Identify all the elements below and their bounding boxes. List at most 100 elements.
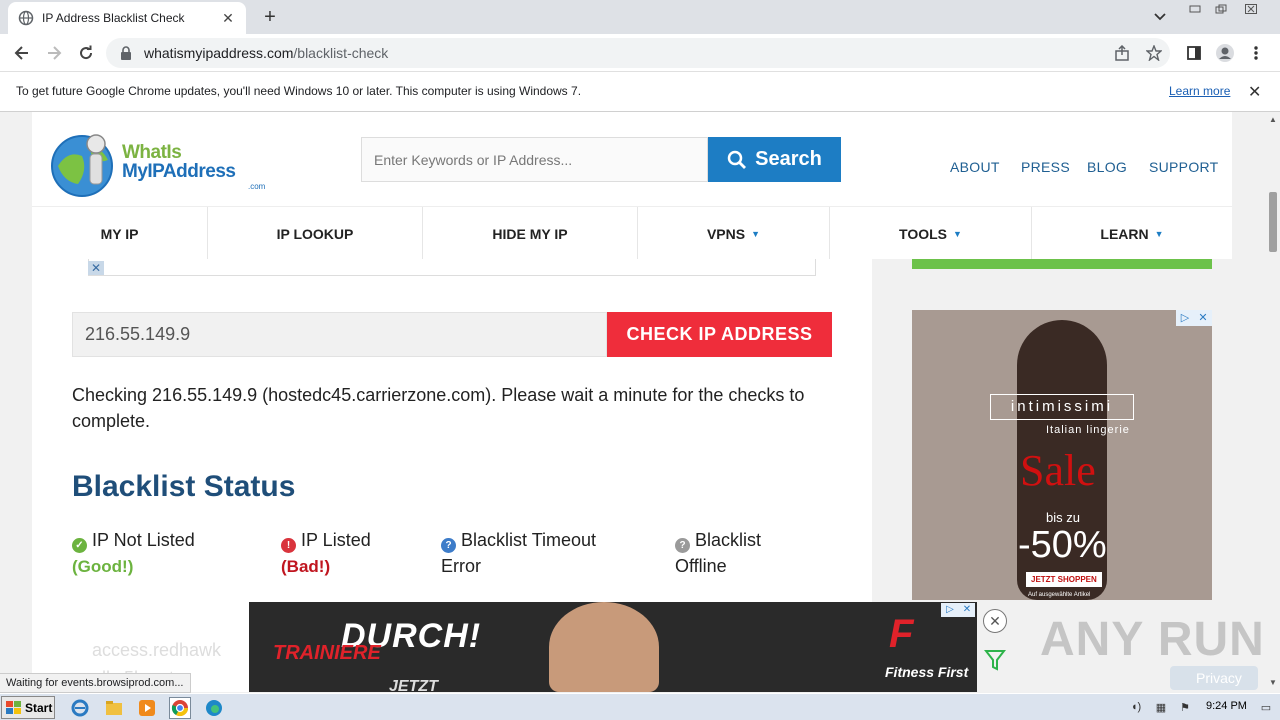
legend-label: Blacklist Offline xyxy=(675,530,762,576)
legend-label: Blacklist Timeout Error xyxy=(441,530,597,576)
page-scrollbar[interactable]: ▲ ▼ xyxy=(1266,112,1280,692)
minimize-icon[interactable] xyxy=(1184,0,1206,18)
lock-icon xyxy=(120,46,134,60)
volume-icon[interactable]: ◖) xyxy=(1128,700,1144,714)
nav-tools[interactable]: TOOLS ▼ xyxy=(830,207,1032,260)
caret-down-icon: ▼ xyxy=(1154,228,1164,239)
flag-icon[interactable]: ⚑ xyxy=(1177,700,1193,714)
globe-logo-icon xyxy=(51,134,113,197)
checking-message: Checking 216.55.149.9 (hostedc45.carrier… xyxy=(72,385,805,431)
ad-bis-zu: bis zu xyxy=(1046,510,1080,525)
check-ip-address-button[interactable]: CHECK IP ADDRESS xyxy=(607,312,832,357)
address-bar[interactable]: whatismyipaddress.com/blacklist-check xyxy=(106,38,1170,68)
window-close-icon[interactable] xyxy=(1236,0,1266,18)
start-button[interactable]: Start xyxy=(1,696,55,719)
search-button-label: Search xyxy=(755,148,822,170)
browser-toolbar: whatismyipaddress.com/blacklist-check xyxy=(0,34,1280,72)
tab-title: IP Address Blacklist Check xyxy=(42,11,185,25)
banner-bottom-text: JETZT xyxy=(389,678,438,692)
chrome-icon[interactable] xyxy=(169,697,191,719)
windows-logo-icon xyxy=(6,700,21,714)
start-label: Start xyxy=(25,700,53,715)
nav-label: TOOLS xyxy=(899,225,948,242)
folder-icon[interactable] xyxy=(103,697,125,719)
globe-icon xyxy=(18,10,34,26)
legend-label: IP Not Listed xyxy=(92,530,195,550)
update-infobar: To get future Google Chrome updates, you… xyxy=(0,72,1280,112)
ad-close-icon[interactable]: ✕ xyxy=(88,261,104,275)
tab-close-icon[interactable]: ✕ xyxy=(220,10,236,27)
chrome-menu-icon[interactable] xyxy=(1244,41,1268,65)
nav-hide-my-ip[interactable]: HIDE MY IP xyxy=(423,207,638,260)
edge-icon[interactable] xyxy=(203,697,225,719)
nav-label: HIDE MY IP xyxy=(492,225,568,242)
nav-learn[interactable]: LEARN ▼ xyxy=(1032,207,1232,260)
bookmark-star-icon[interactable] xyxy=(1144,43,1164,63)
nav-my-ip[interactable]: MY IP xyxy=(32,207,208,260)
privacy-badge[interactable]: Privacy xyxy=(1170,666,1258,690)
adchoices-icon[interactable]: ▷ xyxy=(941,603,959,617)
media-player-icon[interactable] xyxy=(136,697,158,719)
anyrun-watermark: ANY RUN xyxy=(1040,613,1265,666)
browser-tab-strip: IP Address Blacklist Check ✕ + xyxy=(0,0,1280,34)
learn-more-link[interactable]: Learn more xyxy=(1169,84,1230,98)
topnav-about[interactable]: ABOUT xyxy=(950,159,1000,175)
page-viewport: WhatIs MyIPAddress .com Enter Keywords o… xyxy=(0,112,1266,692)
share-icon[interactable] xyxy=(1112,43,1132,63)
sidebar-ad[interactable]: intimissimi Italian lingerie Sale bis zu… xyxy=(912,310,1212,600)
windows-taskbar: Start ◖) ▦ ⚑ 9:24 PM ▭ xyxy=(0,693,1280,720)
network-icon[interactable]: ▦ xyxy=(1153,700,1169,714)
ad-sale: Sale xyxy=(1020,446,1096,495)
logo-line1: WhatIs xyxy=(122,142,182,163)
adchoices-icon[interactable]: ▷ xyxy=(1176,310,1194,326)
restore-icon[interactable] xyxy=(1210,0,1232,18)
site-search-button[interactable]: Search xyxy=(708,137,841,182)
nav-vpns[interactable]: VPNS ▼ xyxy=(638,207,830,260)
topnav-blog[interactable]: BLOG xyxy=(1087,159,1127,175)
ad-shop-button[interactable]: JETZT SHOPPEN xyxy=(1026,572,1102,587)
forward-icon[interactable] xyxy=(42,41,66,65)
scrollbar-thumb[interactable] xyxy=(1269,192,1277,252)
fitness-first-logo-icon: F xyxy=(889,612,914,656)
main-nav: MY IP IP LOOKUP HIDE MY IP VPNS ▼ TOOLS ▼ … xyxy=(32,206,1232,260)
ie-icon[interactable] xyxy=(69,697,91,719)
tab-search-chevron-icon[interactable] xyxy=(1150,7,1170,27)
blacklist-status-title: Blacklist Status xyxy=(72,470,296,503)
banner-brand: Fitness First xyxy=(885,664,969,680)
search-icon xyxy=(727,150,747,169)
reload-icon[interactable] xyxy=(74,41,98,65)
infobar-close-icon[interactable]: ✕ xyxy=(1248,82,1261,102)
banner-model-image xyxy=(549,602,659,692)
ip-address-input[interactable]: 216.55.149.9 xyxy=(72,312,607,357)
question-icon: ? xyxy=(675,538,690,553)
ad-close-icon[interactable]: ✕ xyxy=(1194,310,1212,326)
logo-line2: MyIPAddress xyxy=(122,161,236,182)
ad-note: Auf ausgewählte Artikel xyxy=(1028,592,1091,598)
site-logo[interactable]: WhatIs MyIPAddress .com xyxy=(48,130,268,200)
alert-icon: ! xyxy=(281,538,296,553)
topnav-support[interactable]: SUPPORT xyxy=(1149,159,1219,175)
bottom-banner-ad[interactable]: DURCH! TRAINIERE JETZT F Fitness First ▷… xyxy=(249,602,977,692)
banner-close-icon[interactable]: ✕ xyxy=(983,609,1007,633)
site-search-input[interactable]: Enter Keywords or IP Address... xyxy=(361,137,708,182)
scroll-down-icon[interactable]: ▼ xyxy=(1269,678,1277,687)
back-icon[interactable] xyxy=(10,41,34,65)
nav-label: MY IP xyxy=(100,225,139,242)
side-panel-icon[interactable] xyxy=(1182,41,1206,65)
nav-ip-lookup[interactable]: IP LOOKUP xyxy=(208,207,423,260)
new-tab-icon[interactable]: + xyxy=(258,5,282,29)
ad-brand: intimissimi xyxy=(990,394,1134,420)
logo-suffix: .com xyxy=(248,182,266,191)
profile-avatar-icon[interactable] xyxy=(1213,41,1237,65)
topnav-press[interactable]: PRESS xyxy=(1021,159,1070,175)
legend-qualifier: (Good!) xyxy=(72,557,134,576)
legend-qualifier: (Bad!) xyxy=(281,557,331,576)
browser-tab[interactable]: IP Address Blacklist Check ✕ xyxy=(8,2,246,34)
funnel-icon[interactable] xyxy=(983,649,1007,671)
scroll-up-icon[interactable]: ▲ xyxy=(1269,115,1277,124)
show-desktop-icon[interactable]: ▭ xyxy=(1258,700,1274,714)
legend-label: IP Listed xyxy=(301,530,371,550)
status-bar: Waiting for events.browsiprod.com... xyxy=(0,673,191,693)
ad-close-icon[interactable]: ✕ xyxy=(959,603,975,617)
infobar-message: To get future Google Chrome updates, you… xyxy=(16,84,582,98)
